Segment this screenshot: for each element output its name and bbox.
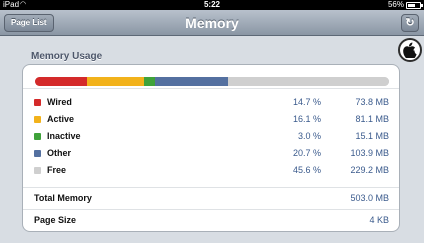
legend-swatch	[34, 150, 41, 157]
page-size-label: Page Size	[34, 215, 77, 225]
battery-icon	[406, 2, 423, 9]
legend-name: Wired	[47, 97, 72, 107]
battery-percent: 56%	[387, 0, 404, 9]
usage-segment-other	[154, 77, 228, 86]
legend-swatch	[34, 116, 41, 123]
legend-row-free: Free 45.6 % 229.2 MB	[23, 163, 399, 180]
usage-segment-inactive	[143, 77, 155, 86]
legend-row-active: Active 16.1 % 81.1 MB	[23, 112, 399, 129]
legend-name: Free	[47, 165, 67, 175]
legend-swatch	[34, 167, 41, 174]
legend-name: Other	[47, 148, 72, 158]
usage-segment-wired	[35, 77, 87, 86]
legend-name: Active	[47, 114, 75, 124]
legend-swatch	[34, 99, 41, 106]
legend-size: 229.2 MB	[350, 165, 389, 175]
memory-usage-bar	[35, 77, 389, 86]
legend-swatch	[34, 133, 41, 140]
legend-name: Inactive	[47, 131, 81, 141]
legend-row-wired: Wired 14.7 % 73.8 MB	[23, 95, 399, 112]
legend-row-other: Other 20.7 % 103.9 MB	[23, 146, 399, 163]
status-bar: iPad ◠ 5:22 56%	[0, 0, 424, 10]
navigation-bar: Memory Page List ↻	[0, 10, 424, 36]
legend-size: 73.8 MB	[355, 97, 389, 107]
page-list-button[interactable]: Page List	[4, 14, 54, 32]
refresh-icon: ↻	[405, 17, 415, 29]
page-size-value: 4 KB	[369, 215, 389, 225]
legend-size: 103.9 MB	[350, 148, 389, 158]
legend-percent: 20.7 %	[292, 148, 321, 158]
total-memory-label: Total Memory	[34, 193, 92, 203]
legend-size: 81.1 MB	[355, 114, 389, 124]
legend-percent: 3.0 %	[297, 131, 321, 141]
usage-bar-row	[23, 65, 399, 89]
usage-segment-active	[86, 77, 144, 86]
legend-percent: 14.7 %	[292, 97, 321, 107]
refresh-button[interactable]: ↻	[401, 14, 419, 32]
usage-segment-free	[227, 77, 389, 86]
legend-size: 15.1 MB	[355, 131, 389, 141]
section-title: Memory Usage	[31, 51, 103, 62]
memory-card: Wired 14.7 % 73.8 MB Active 16.1 % 81.1 MB Ina…	[22, 64, 400, 232]
total-memory-value: 503.0 MB	[350, 193, 389, 203]
clock: 5:22	[203, 0, 220, 9]
page-title: Memory	[185, 15, 239, 31]
total-memory-row: Total Memory 503.0 MB	[23, 188, 399, 208]
legend-percent: 16.1 %	[292, 114, 321, 124]
apple-logo-icon	[398, 38, 422, 62]
legend-percent: 45.6 %	[292, 165, 321, 175]
legend-row-inactive: Inactive 3.0 % 15.1 MB	[23, 129, 399, 146]
page-size-row: Page Size 4 KB	[23, 210, 399, 230]
